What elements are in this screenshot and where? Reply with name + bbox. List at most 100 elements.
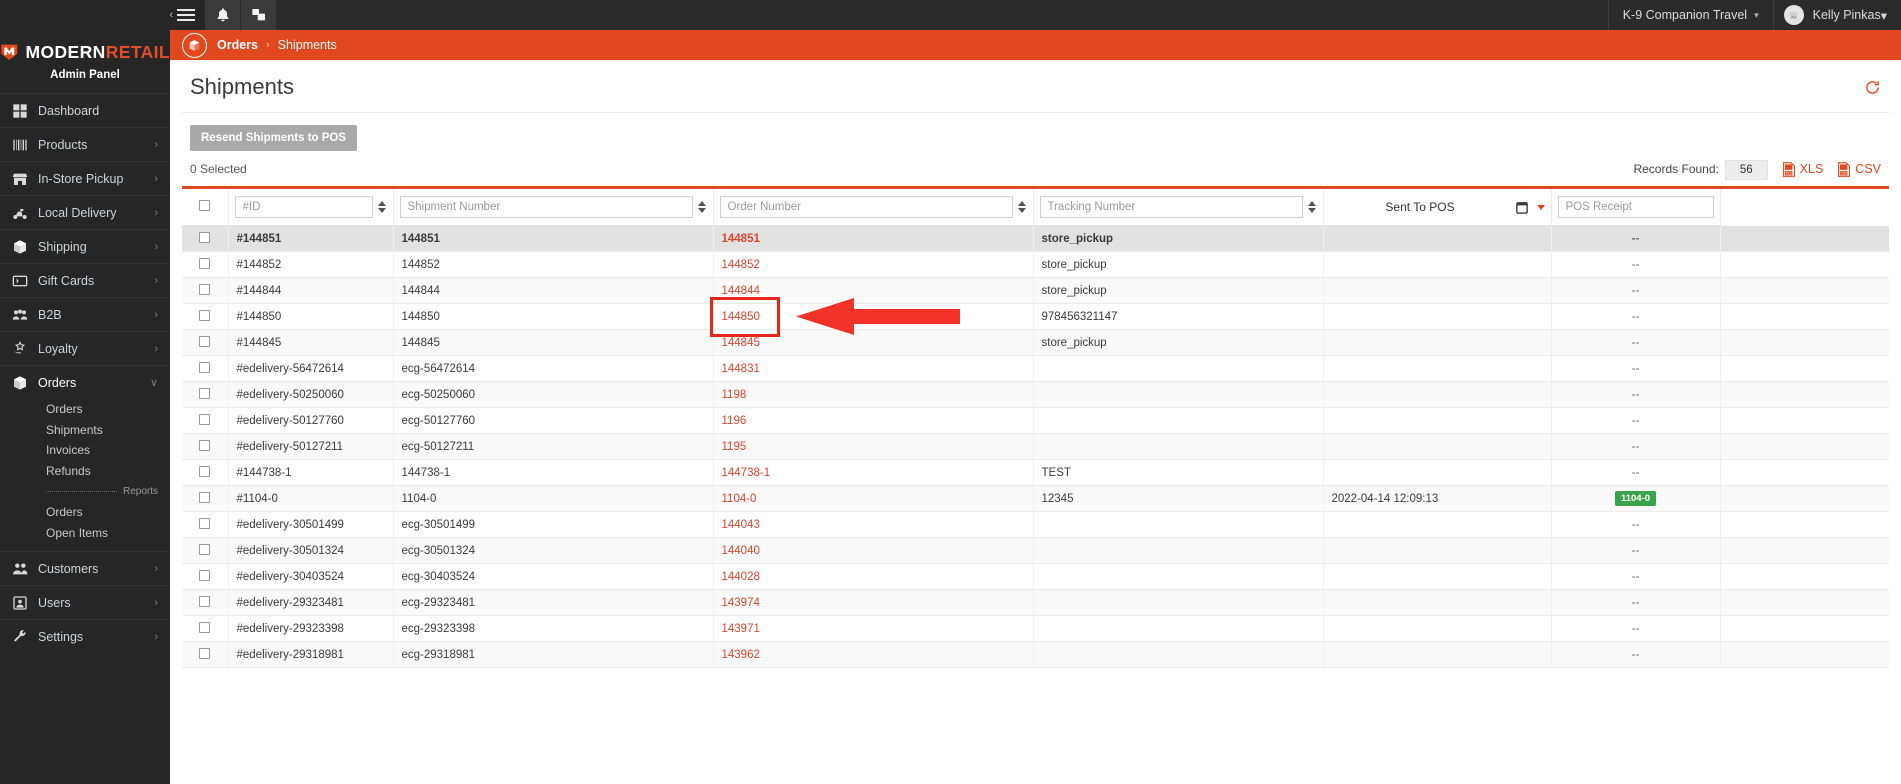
pos-receipt-badge[interactable]: 1104-0 bbox=[1614, 491, 1657, 506]
cell-order-number[interactable]: 144043 bbox=[713, 511, 1034, 538]
cell-order-number[interactable]: 144040 bbox=[713, 537, 1034, 564]
table-row[interactable]: #edelivery-50250060 ecg-50250060 1198 -- bbox=[182, 381, 1889, 408]
row-checkbox[interactable] bbox=[199, 621, 211, 633]
row-checkbox[interactable] bbox=[199, 361, 211, 373]
select-all-checkbox[interactable] bbox=[199, 200, 211, 211]
submenu-item-invoices[interactable]: Invoices bbox=[0, 440, 170, 461]
sidebar-item-orders[interactable]: Orders ∨ bbox=[0, 365, 170, 399]
windows-icon bbox=[251, 9, 265, 21]
cell-order-number[interactable]: 144844 bbox=[713, 277, 1034, 304]
sort-toggle-id[interactable] bbox=[378, 201, 387, 213]
table-row[interactable]: #edelivery-29323398 ecg-29323398 143971 -- bbox=[182, 615, 1889, 642]
row-checkbox[interactable] bbox=[199, 413, 211, 425]
table-row[interactable]: #144738-1 144738-1 144738-1 TEST -- bbox=[182, 459, 1889, 486]
cell-order-number[interactable]: 144845 bbox=[713, 329, 1034, 356]
cell-order-number[interactable]: 1104-0 bbox=[713, 485, 1034, 512]
filter-input-pos-receipt[interactable] bbox=[1557, 196, 1714, 218]
cell-order-number[interactable]: 143974 bbox=[713, 589, 1034, 616]
calendar-icon[interactable] bbox=[1515, 201, 1528, 214]
table-row[interactable]: #edelivery-50127211 ecg-50127211 1195 -- bbox=[182, 433, 1889, 460]
cell-order-number[interactable]: 143971 bbox=[713, 615, 1034, 642]
filter-input-order-number[interactable] bbox=[719, 196, 1013, 218]
row-checkbox[interactable] bbox=[199, 647, 211, 659]
row-select-cell bbox=[182, 589, 229, 616]
row-checkbox[interactable] bbox=[199, 231, 211, 243]
breadcrumb-parent-link[interactable]: Orders bbox=[217, 38, 258, 52]
table-row[interactable]: #edelivery-30501499 ecg-30501499 144043 -- bbox=[182, 511, 1889, 538]
table-row[interactable]: #edelivery-56472614 ecg-56472614 144831 -- bbox=[182, 355, 1889, 382]
row-checkbox[interactable] bbox=[199, 335, 211, 347]
cell-order-number[interactable]: 1195 bbox=[713, 433, 1034, 460]
sidebar-item-shipping[interactable]: Shipping › bbox=[0, 229, 170, 263]
refresh-button[interactable] bbox=[1864, 79, 1881, 96]
filter-input-shipment-number[interactable] bbox=[399, 196, 693, 218]
giftcard-icon bbox=[12, 273, 38, 289]
cell-order-number[interactable]: 1196 bbox=[713, 407, 1034, 434]
sidebar-collapse-toggle[interactable]: ‹ bbox=[169, 9, 195, 21]
submenu-item-reports-open-items[interactable]: Open Items bbox=[0, 523, 170, 544]
cell-spacer bbox=[1720, 355, 1889, 382]
filter-input-tracking-number[interactable] bbox=[1039, 196, 1303, 218]
table-row[interactable]: #144844 144844 144844 store_pickup -- bbox=[182, 277, 1889, 304]
cell-order-number[interactable]: 144028 bbox=[713, 563, 1034, 590]
resend-shipments-to-pos-button[interactable]: Resend Shipments to POS bbox=[190, 125, 358, 151]
row-checkbox[interactable] bbox=[199, 595, 211, 607]
table-row[interactable]: #144845 144845 144845 store_pickup -- bbox=[182, 329, 1889, 356]
table-row[interactable]: #1104-0 1104-0 1104-0 12345 2022-04-14 12:09… bbox=[182, 485, 1889, 512]
row-checkbox[interactable] bbox=[199, 517, 211, 529]
sidebar-item-b2b[interactable]: B2B › bbox=[0, 297, 170, 331]
sidebar-item-loyalty[interactable]: Loyalty › bbox=[0, 331, 170, 365]
breadcrumb-separator-icon: › bbox=[266, 39, 270, 51]
sent-to-pos-filter-caret-icon[interactable] bbox=[1536, 204, 1545, 210]
export-xls-button[interactable]: XLS XLS bbox=[1782, 161, 1823, 177]
cell-order-number[interactable]: 144850 bbox=[713, 303, 1034, 330]
cell-order-number[interactable]: 143962 bbox=[713, 641, 1034, 668]
table-row[interactable]: #144852 144852 144852 store_pickup -- bbox=[182, 251, 1889, 278]
submenu-item-orders[interactable]: Orders bbox=[0, 399, 170, 420]
table-row[interactable]: #144850 144850 144850 978456321147 -- bbox=[182, 303, 1889, 330]
row-checkbox[interactable] bbox=[199, 257, 211, 269]
cell-pos-receipt: -- bbox=[1551, 615, 1721, 642]
row-checkbox[interactable] bbox=[199, 309, 211, 321]
cell-order-number[interactable]: 1198 bbox=[713, 381, 1034, 408]
sidebar-item-in-store-pickup[interactable]: In-Store Pickup › bbox=[0, 161, 170, 195]
row-checkbox[interactable] bbox=[199, 439, 211, 451]
sidebar-item-products[interactable]: Products › bbox=[0, 127, 170, 161]
sort-toggle-shipment-number[interactable] bbox=[698, 201, 707, 213]
row-checkbox[interactable] bbox=[199, 543, 211, 555]
cell-shipment-number: 144850 bbox=[393, 303, 714, 330]
table-row[interactable]: #144851 144851 144851 store_pickup -- bbox=[182, 225, 1889, 252]
brand-block[interactable]: MODERNRETAIL Admin Panel bbox=[0, 30, 170, 93]
row-checkbox[interactable] bbox=[199, 465, 211, 477]
row-checkbox[interactable] bbox=[199, 569, 211, 581]
sidebar-item-users[interactable]: Users › bbox=[0, 585, 170, 619]
cell-order-number[interactable]: 144851 bbox=[713, 225, 1034, 252]
table-row[interactable]: #edelivery-50127760 ecg-50127760 1196 -- bbox=[182, 407, 1889, 434]
user-menu[interactable]: Kelly Pinkas ▾ bbox=[1772, 0, 1901, 30]
table-row[interactable]: #edelivery-30403524 ecg-30403524 144028 -- bbox=[182, 563, 1889, 590]
cell-order-number[interactable]: 144831 bbox=[713, 355, 1034, 382]
cell-order-number[interactable]: 144852 bbox=[713, 251, 1034, 278]
table-row[interactable]: #edelivery-30501324 ecg-30501324 144040 -- bbox=[182, 537, 1889, 564]
cell-order-number[interactable]: 144738-1 bbox=[713, 459, 1034, 486]
table-row[interactable]: #edelivery-29318981 ecg-29318981 143962 -- bbox=[182, 641, 1889, 668]
submenu-item-shipments[interactable]: Shipments bbox=[0, 420, 170, 441]
row-checkbox[interactable] bbox=[199, 387, 211, 399]
sort-toggle-order-number[interactable] bbox=[1018, 201, 1027, 213]
row-checkbox[interactable] bbox=[199, 491, 211, 503]
submenu-item-refunds[interactable]: Refunds bbox=[0, 461, 170, 482]
notifications-button[interactable] bbox=[205, 0, 241, 30]
sort-toggle-tracking-number[interactable] bbox=[1308, 201, 1317, 213]
sidebar-item-gift-cards[interactable]: Gift Cards › bbox=[0, 263, 170, 297]
filter-input-id[interactable] bbox=[234, 196, 373, 218]
sidebar-item-local-delivery[interactable]: Local Delivery › bbox=[0, 195, 170, 229]
sidebar-item-customers[interactable]: Customers › bbox=[0, 551, 170, 585]
export-csv-button[interactable]: CSV CSV bbox=[1837, 161, 1881, 177]
table-row[interactable]: #edelivery-29323481 ecg-29323481 143974 -- bbox=[182, 589, 1889, 616]
account-switcher[interactable]: K-9 Companion Travel ▾ bbox=[1607, 0, 1773, 30]
apps-button[interactable] bbox=[241, 0, 277, 30]
row-checkbox[interactable] bbox=[199, 283, 211, 295]
sidebar-item-settings[interactable]: Settings › bbox=[0, 619, 170, 653]
submenu-item-reports-orders[interactable]: Orders bbox=[0, 502, 170, 523]
sidebar-item-dashboard[interactable]: Dashboard bbox=[0, 93, 170, 127]
